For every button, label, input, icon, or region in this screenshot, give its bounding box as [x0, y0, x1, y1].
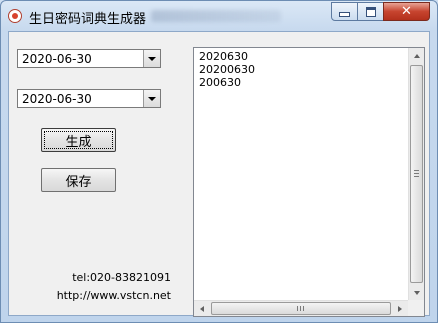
window-title: 生日密码词典生成器: [29, 12, 147, 27]
arrow-up-icon: [414, 54, 420, 58]
maximize-icon: [365, 6, 376, 17]
output-line: 2020630: [199, 50, 248, 63]
scroll-down-button[interactable]: [409, 285, 425, 301]
vertical-scroll-thumb[interactable]: [410, 65, 423, 283]
output-line: 200630: [199, 76, 241, 89]
close-button[interactable]: ✕: [383, 2, 430, 21]
website-link[interactable]: http://www.vstcn.net: [57, 289, 171, 302]
minimize-button[interactable]: [331, 2, 358, 21]
output-lines: 2020630 20200630 200630: [199, 50, 255, 89]
scrollbar-corner: [408, 300, 424, 316]
horizontal-scrollbar[interactable]: [194, 300, 408, 316]
title-bar[interactable]: 生日密码词典生成器 ✕: [1, 1, 437, 31]
app-icon[interactable]: [8, 9, 22, 23]
start-date-dropdown-button[interactable]: [143, 50, 160, 67]
output-line: 20200630: [199, 63, 255, 76]
grip-icon: [297, 306, 304, 311]
scroll-left-button[interactable]: [194, 301, 210, 317]
output-textarea[interactable]: 2020630 20200630 200630: [193, 47, 425, 317]
arrow-down-icon: [414, 291, 420, 295]
generate-button[interactable]: 生成: [41, 128, 116, 152]
horizontal-scroll-thumb[interactable]: [211, 302, 391, 315]
end-date-value: 2020-06-30: [22, 92, 92, 106]
vertical-scrollbar[interactable]: [408, 48, 424, 301]
client-area: 2020-06-30 2020-06-30 生成 保存 tel:020-8382…: [8, 31, 430, 317]
start-date-value: 2020-06-30: [22, 52, 92, 66]
start-date-picker[interactable]: 2020-06-30: [17, 49, 161, 68]
maximize-button[interactable]: [357, 2, 384, 21]
chevron-down-icon: [148, 96, 156, 101]
close-icon: ✕: [401, 4, 412, 19]
arrow-left-icon: [200, 306, 204, 312]
scroll-up-button[interactable]: [409, 48, 425, 64]
end-date-dropdown-button[interactable]: [143, 90, 160, 107]
contact-tel: tel:020-83821091: [72, 271, 171, 284]
save-button[interactable]: 保存: [41, 168, 116, 192]
minimize-icon: [339, 12, 350, 17]
chevron-down-icon: [148, 56, 156, 61]
arrow-right-icon: [398, 306, 402, 312]
scroll-right-button[interactable]: [392, 301, 408, 317]
end-date-picker[interactable]: 2020-06-30: [17, 89, 161, 108]
blurred-title-region: [151, 10, 281, 22]
grip-icon: [414, 170, 419, 177]
app-window: 生日密码词典生成器 ✕ 2020-06-30 2020-06-30 生成 保存 …: [0, 0, 438, 323]
